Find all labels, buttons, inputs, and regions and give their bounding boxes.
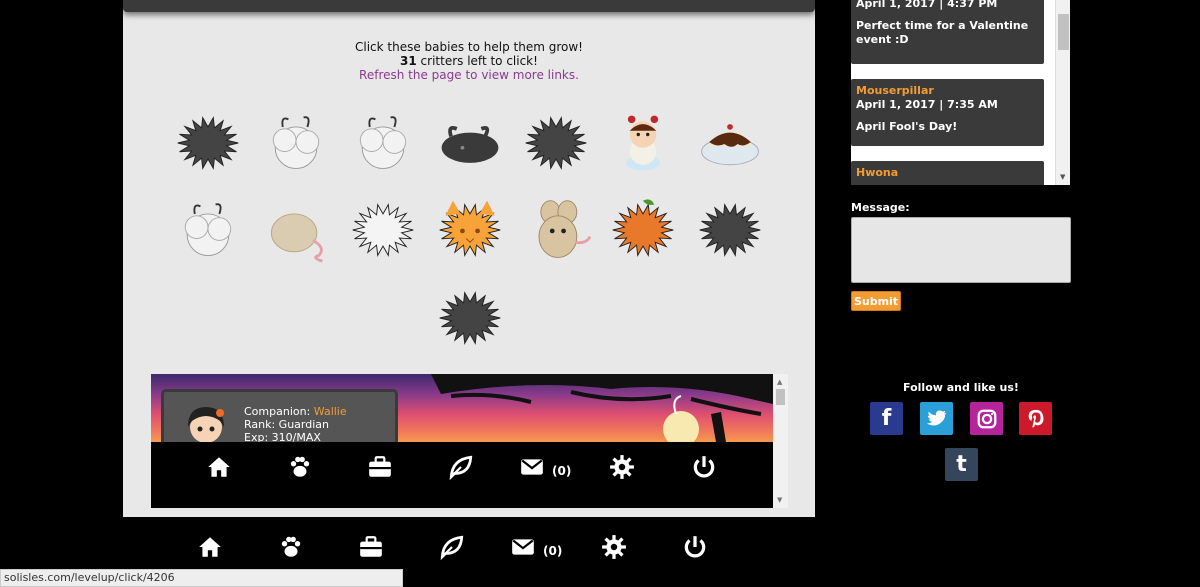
shoutbox-scrollbar[interactable]: ▼	[1055, 0, 1070, 185]
paw-icon[interactable]	[287, 454, 313, 480]
briefcase-icon[interactable]	[367, 454, 393, 480]
companion-info: Companion: Wallie Rank: Guardian Exp: 31…	[244, 405, 347, 444]
gear-icon[interactable]	[601, 534, 627, 560]
companion-frame-scrollbar[interactable]: ▲ ▼	[773, 374, 788, 508]
white-fluffy-critter[interactable]	[170, 195, 246, 265]
paw-icon[interactable]	[278, 534, 304, 560]
gear-icon[interactable]	[609, 454, 635, 480]
companion-name-link[interactable]: Wallie	[314, 405, 347, 418]
mail-icon[interactable]	[509, 534, 537, 560]
white-fluffy-critter[interactable]	[258, 108, 334, 178]
shout-entry: Mouserpillar April 1, 2017 | 7:35 AM Apr…	[851, 79, 1044, 146]
companion-card: Companion: Wallie Rank: Guardian Exp: 31…	[161, 389, 398, 449]
scroll-down-arrow-icon[interactable]: ▼	[1060, 173, 1065, 181]
orange-cat-critter[interactable]	[432, 195, 508, 265]
scroll-down-arrow-icon[interactable]: ▼	[777, 496, 782, 504]
critters-left-count: 31	[400, 54, 417, 68]
white-spiky-critter[interactable]	[345, 195, 421, 265]
tan-mouse-critter[interactable]	[258, 195, 334, 265]
mail-count: (0)	[543, 544, 563, 558]
shout-entry: Hwona	[851, 161, 1044, 185]
inner-nav-bar: (0)	[151, 442, 773, 508]
leaf-icon[interactable]	[439, 534, 465, 561]
chocolate-sundae-critter[interactable]	[692, 108, 768, 178]
home-icon[interactable]	[206, 454, 232, 480]
message-label: Message:	[851, 201, 910, 214]
instagram-icon[interactable]	[970, 402, 1003, 435]
leaf-icon[interactable]	[448, 454, 474, 481]
scroll-thumb[interactable]	[776, 389, 785, 405]
power-icon[interactable]	[691, 454, 717, 480]
ladybug-doll-critter[interactable]	[605, 108, 681, 178]
companion-frame: Companion: Wallie Rank: Guardian Exp: 31…	[151, 374, 788, 508]
scroll-up-arrow-icon[interactable]: ▲	[777, 378, 782, 386]
shout-date: April 1, 2017 | 4:37 PM	[856, 0, 998, 10]
shout-entry: April 1, 2017 | 4:37 PM Perfect time for…	[851, 0, 1044, 64]
scroll-thumb[interactable]	[1058, 14, 1069, 50]
submit-button[interactable]: Submit	[851, 291, 901, 311]
follow-label: Follow and like us!	[903, 381, 1019, 394]
home-icon[interactable]	[197, 534, 223, 560]
black-spiky-critter[interactable]	[170, 108, 246, 178]
pinterest-icon[interactable]	[1019, 402, 1052, 435]
message-input[interactable]	[851, 217, 1071, 283]
mail-icon[interactable]	[518, 454, 546, 480]
black-spiky-critter[interactable]	[432, 283, 508, 353]
companion-rank: Rank: Guardian	[244, 418, 330, 431]
shout-author[interactable]: Hwona	[856, 166, 1039, 180]
black-spiky-critter[interactable]	[692, 195, 768, 265]
black-spiky-critter[interactable]	[518, 108, 594, 178]
twitter-icon[interactable]	[920, 402, 953, 435]
shout-text: Perfect time for a Valentine event :D	[856, 19, 1029, 46]
intro-line: Click these babies to help them grow!	[355, 40, 583, 54]
facebook-icon[interactable]: f	[870, 402, 903, 435]
click-instructions: Click these babies to help them grow! 31…	[123, 40, 815, 82]
black-horned-critter[interactable]	[432, 108, 508, 178]
shout-text: April Fool's Day!	[856, 120, 958, 133]
shout-author[interactable]: Mouserpillar	[856, 84, 1039, 98]
tumblr-icon[interactable]: t	[945, 448, 978, 481]
top-bar	[123, 0, 815, 12]
refresh-link[interactable]: Refresh the page to view more links.	[123, 68, 815, 82]
briefcase-icon[interactable]	[358, 534, 384, 560]
shout-date: April 1, 2017 | 7:35 AM	[856, 98, 998, 111]
tan-bunny-critter[interactable]	[518, 195, 594, 265]
companion-label: Companion:	[244, 405, 314, 418]
white-fluffy-critter[interactable]	[345, 108, 421, 178]
shoutbox: April 1, 2017 | 4:37 PM Perfect time for…	[851, 0, 1070, 185]
critters-left-line: 31 critters left to click!	[123, 54, 815, 68]
orange-leaf-critter[interactable]	[605, 195, 681, 265]
companion-line: Companion: Wallie	[244, 405, 347, 418]
status-bar-url: solisles.com/levelup/click/4206	[0, 569, 403, 587]
critters-left-text: critters left to click!	[416, 54, 538, 68]
mail-count: (0)	[552, 464, 572, 478]
power-icon[interactable]	[682, 534, 708, 560]
